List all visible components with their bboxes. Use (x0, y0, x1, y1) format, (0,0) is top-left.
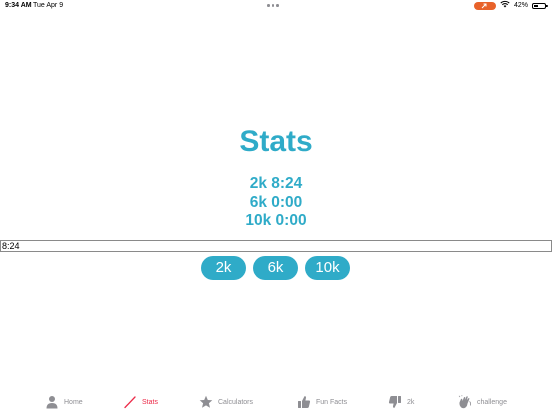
multitasking-dots-icon[interactable] (267, 4, 279, 7)
2k-button[interactable]: 2k (201, 256, 246, 280)
tab-bar: Home Stats Calculators Fun Facts 2k chal… (0, 391, 552, 414)
tab-2k-label: 2k (407, 398, 415, 406)
battery-icon (532, 3, 548, 9)
stats-list: 2k 8:24 6k 0:00 10k 0:00 (0, 175, 552, 231)
location-indicator-icon (473, 2, 496, 10)
battery-percentage: 42% (513, 2, 528, 9)
stat-2k: 2k 8:24 (249, 175, 303, 192)
time-input[interactable] (0, 240, 552, 252)
10k-button[interactable]: 10k (305, 256, 350, 280)
tab-home-label: Home (64, 398, 83, 406)
tab-2k[interactable]: 2k (388, 391, 414, 413)
tab-calculators-label: Calculators (218, 398, 254, 406)
tab-challenge[interactable]: challenge (458, 391, 507, 413)
status-date: Tue Apr 9 (33, 2, 64, 9)
thumbs-down-icon (388, 395, 402, 409)
tab-fun-facts-label: Fun Facts (316, 398, 348, 406)
tab-stats-label: Stats (142, 398, 158, 406)
battery-fill (534, 5, 539, 7)
status-indicators: 42% (473, 0, 548, 12)
status-bar: 9:34 AM Tue Apr 9 42% (0, 0, 552, 14)
thumbs-up-icon (297, 395, 311, 409)
tab-fun-facts[interactable]: Fun Facts (297, 391, 347, 413)
page-title: Stats (239, 125, 313, 158)
distance-button-row: 2k 6k 10k (201, 256, 350, 280)
tab-stats[interactable]: Stats (123, 391, 158, 413)
tab-calculators[interactable]: Calculators (199, 391, 253, 413)
person-icon (45, 395, 59, 409)
clap-icon (458, 395, 472, 409)
6k-button[interactable]: 6k (253, 256, 298, 280)
stat-10k: 10k 0:00 (245, 212, 307, 229)
stat-6k: 6k 0:00 (249, 193, 303, 211)
tab-challenge-label: challenge (477, 398, 507, 406)
pencil-icon (123, 395, 137, 409)
tab-home[interactable]: Home (45, 391, 83, 413)
star-icon (199, 395, 213, 409)
wifi-icon (500, 0, 510, 12)
status-time: 9:34 AM (5, 2, 32, 9)
